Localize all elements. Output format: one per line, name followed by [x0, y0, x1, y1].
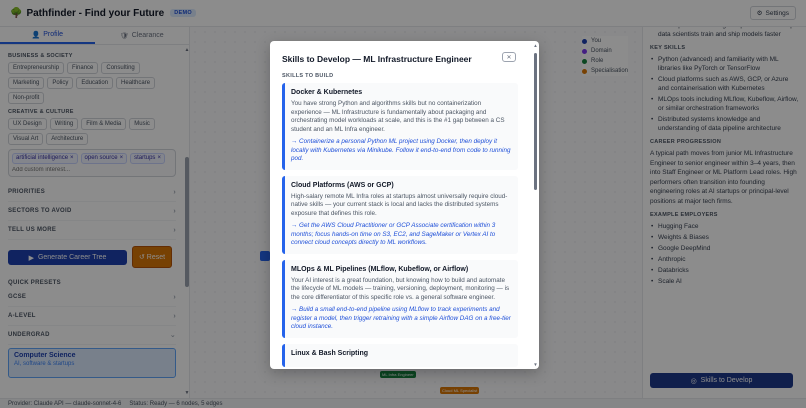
scroll-up-icon[interactable]: ▲	[533, 43, 538, 48]
scrollbar-thumb[interactable]	[534, 53, 537, 190]
skill-card: Cloud Platforms (AWS or GCP) High-salary…	[282, 175, 518, 254]
skill-card-description: High-salary remote ML Infra roles at sta…	[291, 192, 508, 217]
skill-card: Linux & Bash Scripting	[282, 343, 518, 367]
skills-modal: Skills to Develop — ML Infrastructure En…	[270, 41, 539, 369]
modal-title: Skills to Develop — ML Infrastructure En…	[282, 54, 472, 64]
skill-card-action: → Containerize a personal Python ML proj…	[291, 138, 511, 162]
skill-card-description: Your AI interest is a great foundation, …	[291, 276, 510, 301]
close-button[interactable]: ✕	[502, 52, 516, 62]
skill-card-title: Cloud Platforms (AWS or GCP)	[291, 181, 394, 189]
skill-card-action: → Build a small end-to-end pipeline usin…	[291, 306, 511, 330]
skill-card-title: MLOps & ML Pipelines (MLflow, Kubeflow, …	[291, 265, 469, 273]
modal-scrollbar[interactable]: ▲ ▼	[533, 43, 538, 367]
skill-card-title: Docker & Kubernetes	[291, 89, 363, 96]
close-icon: ✕	[506, 54, 512, 61]
scroll-down-icon[interactable]: ▼	[533, 362, 538, 367]
modal-subtitle: SKILLS TO BUILD	[282, 73, 334, 79]
skill-card-action: → Get the AWS Cloud Practitioner or GCP …	[291, 222, 496, 246]
skill-cards: Docker & Kubernetes You have strong Pyth…	[282, 83, 518, 369]
skill-card-description: You have strong Python and algorithms sk…	[291, 100, 505, 133]
skill-card: MLOps & ML Pipelines (MLflow, Kubeflow, …	[282, 259, 518, 338]
skill-card-title: Linux & Bash Scripting	[291, 349, 369, 357]
skill-card: Docker & Kubernetes You have strong Pyth…	[282, 83, 518, 170]
